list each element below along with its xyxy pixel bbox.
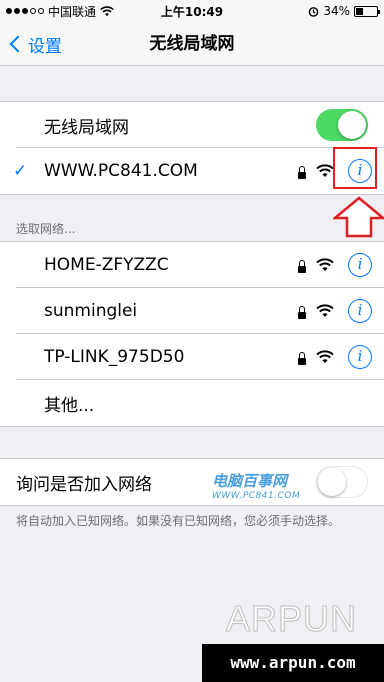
wifi-status-icon (100, 5, 114, 16)
arrow-up-icon (333, 196, 384, 238)
alarm-icon (309, 6, 319, 17)
toggle-knob (318, 468, 346, 496)
network-name: HOME-ZFYZZC (44, 255, 169, 275)
ask-join-group: 询问是否加入网络 (0, 458, 384, 506)
choose-network-header: 选取网络... (16, 222, 76, 236)
lock-icon (298, 306, 306, 319)
highlight-box (333, 147, 377, 189)
signal-strength-icon (6, 8, 44, 14)
network-name: sunminglei (44, 301, 138, 321)
network-row[interactable]: sunminglei i (0, 288, 384, 334)
lock-icon (298, 352, 306, 365)
checkmark-icon: ✓ (13, 161, 28, 181)
lock-icon (298, 166, 306, 179)
watermark-url: WWW.PC841.COM (212, 491, 301, 501)
arpun-watermark: ARPUN (225, 598, 358, 640)
other-network-label: 其他... (44, 395, 95, 416)
wifi-toggle-row: 无线局域网 (0, 102, 384, 148)
watermark-brand: 电脑百事网 (212, 472, 288, 490)
wifi-signal-icon (316, 304, 334, 317)
info-button[interactable]: i (348, 345, 372, 369)
navigation-bar: 设置 无线局域网 (0, 22, 384, 66)
connected-network-name: WWW.PC841.COM (44, 161, 198, 181)
status-right: 34% (308, 4, 380, 18)
network-row[interactable]: HOME-ZFYZZC i (0, 242, 384, 288)
page-title: 无线局域网 (149, 34, 235, 54)
lock-icon (298, 260, 306, 273)
network-row[interactable]: TP-LINK_975D50 i (0, 334, 384, 380)
ask-join-row: 询问是否加入网络 (0, 459, 384, 505)
network-list-group: HOME-ZFYZZC i sunminglei i TP-LINK_975D5… (0, 241, 384, 427)
wifi-signal-icon (316, 164, 334, 177)
brand-watermark: 电脑百事网 WWW.PC841.COM (212, 470, 300, 501)
ask-join-toggle[interactable] (316, 466, 368, 498)
connected-network-row[interactable]: ✓ WWW.PC841.COM i (0, 148, 384, 194)
status-bar: 中国联通 上午10:49 34% (0, 0, 384, 22)
toggle-knob (338, 111, 366, 139)
site-watermark: www.arpun.com (202, 644, 384, 682)
status-time: 上午10:49 (160, 4, 224, 19)
status-left: 中国联通 (6, 3, 114, 20)
battery-percent: 34% (323, 4, 350, 18)
network-name: TP-LINK_975D50 (44, 347, 185, 367)
wifi-main-group: 无线局域网 ✓ WWW.PC841.COM i (0, 101, 384, 195)
info-button[interactable]: i (348, 253, 372, 277)
ask-join-label: 询问是否加入网络 (16, 474, 152, 495)
wifi-signal-icon (316, 258, 334, 271)
info-button[interactable]: i (348, 299, 372, 323)
battery-icon (354, 5, 380, 17)
wifi-toggle-label: 无线局域网 (44, 117, 129, 138)
carrier-label: 中国联通 (48, 4, 97, 19)
ask-join-footer: 将自动加入已知网络。如果没有已知网络，您必须手动选择。 (16, 514, 341, 528)
other-network-row[interactable]: 其他... (0, 380, 384, 426)
wifi-toggle-switch[interactable] (316, 109, 368, 141)
wifi-signal-icon (316, 350, 334, 363)
